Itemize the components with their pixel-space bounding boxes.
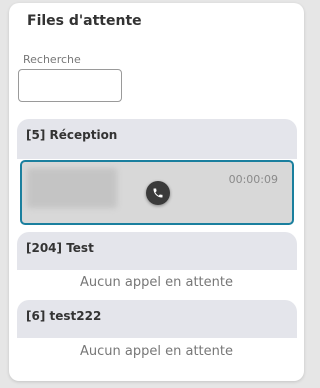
queues-panel: Files d'attente Recherche [5] Réception … (9, 3, 304, 381)
caller-info-redacted (27, 168, 117, 208)
call-timer: 00:00:09 (228, 173, 278, 186)
queue-header-reception[interactable]: [5] Réception (17, 119, 297, 159)
search-label: Recherche (23, 53, 81, 66)
waiting-call-card[interactable]: 00:00:09 (20, 160, 294, 225)
phone-icon[interactable] (146, 181, 170, 205)
search-input[interactable] (18, 69, 122, 102)
queue-header-test[interactable]: [204] Test (17, 232, 297, 270)
queue-header-test222[interactable]: [6] test222 (17, 300, 297, 338)
empty-queue-message: Aucun appel en attente (80, 275, 233, 290)
empty-queue-message: Aucun appel en attente (80, 344, 233, 359)
panel-title: Files d'attente (27, 13, 142, 29)
